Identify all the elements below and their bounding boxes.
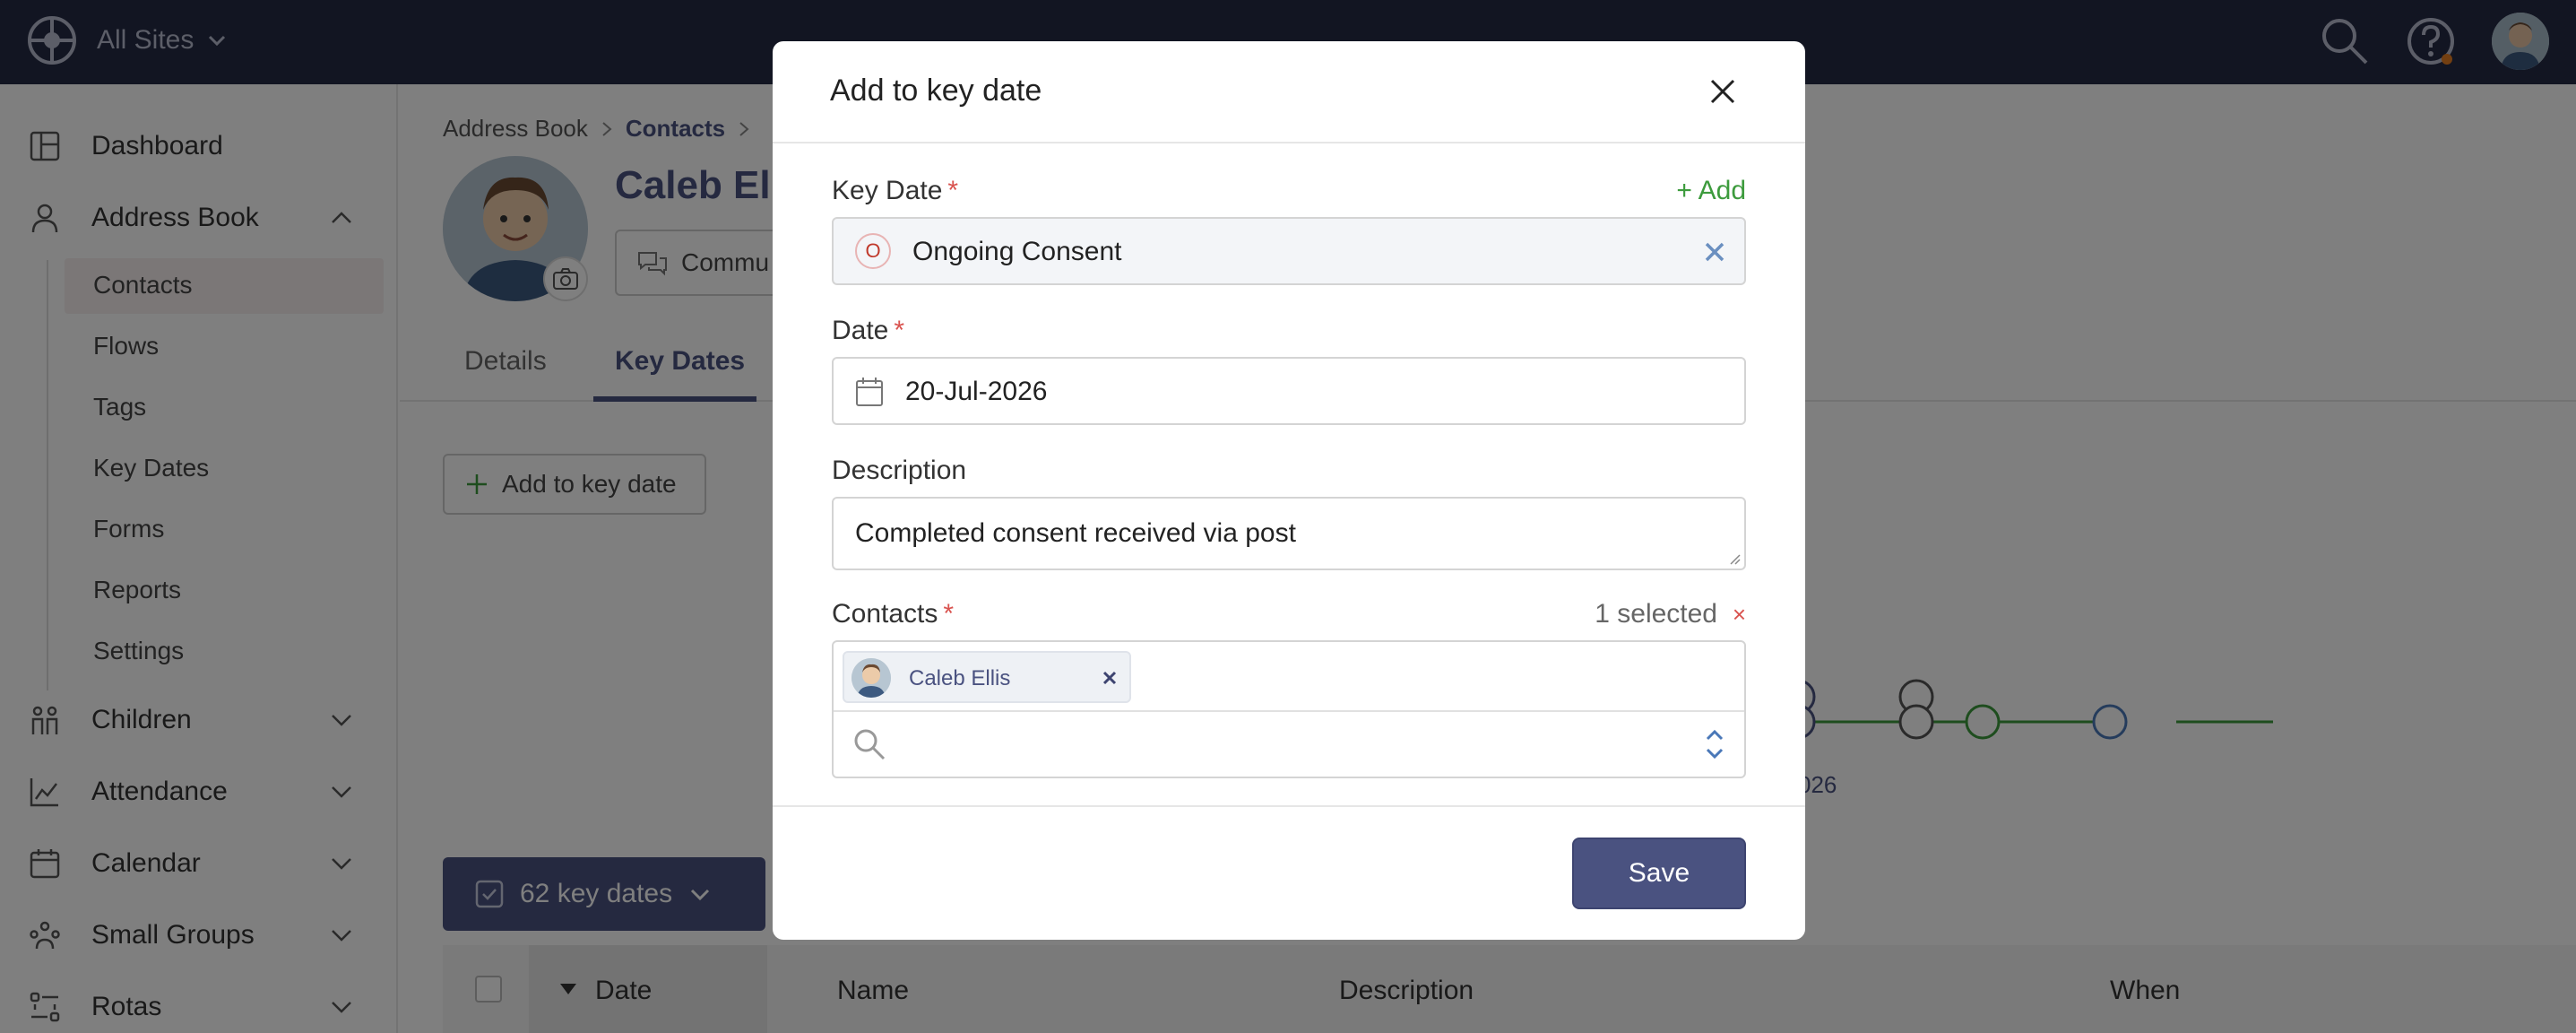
save-button[interactable]: Save xyxy=(1572,838,1746,909)
key-date-value: Ongoing Consent xyxy=(912,237,1122,266)
avatar xyxy=(851,658,891,698)
resize-grip-icon[interactable] xyxy=(1728,552,1741,565)
calendar-icon[interactable] xyxy=(855,377,884,407)
date-value: 20-Jul-2026 xyxy=(905,377,1048,406)
key-date-select[interactable]: O Ongoing Consent xyxy=(832,217,1746,285)
add-to-key-date-dialog: Add to key date Key Date * + Add O Ongoin… xyxy=(773,41,1805,940)
close-icon[interactable] xyxy=(1705,74,1741,109)
search-icon xyxy=(854,729,886,760)
contact-chip-name: Caleb Ellis xyxy=(909,666,1011,690)
contacts-multiselect: Caleb Ellis xyxy=(832,640,1746,778)
clear-selection-icon[interactable] xyxy=(1701,239,1728,265)
remove-contact-icon[interactable] xyxy=(1099,667,1120,689)
required-marker: * xyxy=(894,316,905,345)
contacts-search-input[interactable] xyxy=(902,719,1681,769)
contact-chip: Caleb Ellis xyxy=(843,651,1131,703)
clear-contacts-button[interactable]: × xyxy=(1733,601,1746,629)
dialog-footer: Save xyxy=(773,805,1805,940)
contacts-divider xyxy=(834,710,1744,712)
dropdown-toggle-icon[interactable] xyxy=(1701,725,1728,764)
required-marker: * xyxy=(943,599,955,629)
dialog-header: Add to key date xyxy=(773,41,1805,143)
key-date-label-text: Key Date xyxy=(832,176,943,205)
required-marker: * xyxy=(947,176,959,205)
dialog-title: Add to key date xyxy=(830,74,1042,108)
contacts-selected-count: 1 selected xyxy=(1595,599,1717,629)
key-date-initial-badge: O xyxy=(855,233,891,269)
date-label-text: Date xyxy=(832,316,889,345)
contacts-label: Contacts * xyxy=(832,599,954,629)
description-label: Description xyxy=(832,456,967,485)
description-textarea[interactable]: Completed consent received via post xyxy=(832,497,1746,570)
description-value: Completed consent received via post xyxy=(855,518,1296,548)
add-key-date-link[interactable]: + Add xyxy=(1676,176,1746,206)
contacts-label-text: Contacts xyxy=(832,599,938,629)
key-date-label: Key Date * xyxy=(832,176,958,206)
date-input[interactable]: 20-Jul-2026 xyxy=(832,357,1746,425)
date-label: Date * xyxy=(832,316,904,346)
